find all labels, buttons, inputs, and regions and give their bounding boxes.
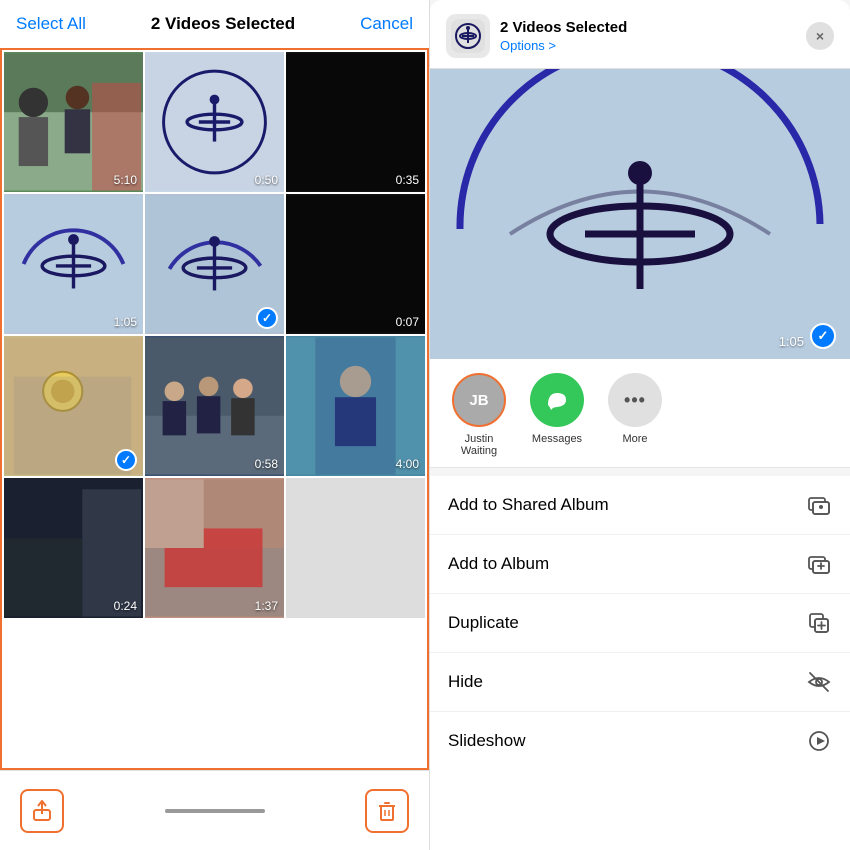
action-label-shared-album: Add to Shared Album <box>448 495 609 515</box>
video-duration-10: 1:37 <box>255 599 278 613</box>
add-album-icon <box>806 551 832 577</box>
share-button[interactable] <box>20 789 64 833</box>
close-share-sheet-button[interactable]: × <box>806 22 834 50</box>
action-duplicate[interactable]: Duplicate <box>430 594 850 653</box>
top-navigation-bar: Select All 2 Videos Selected Cancel <box>0 0 429 48</box>
action-slideshow[interactable]: Slideshow <box>430 712 850 770</box>
action-label-hide: Hide <box>448 672 483 692</box>
contact-more[interactable]: ••• More <box>600 373 670 457</box>
grid-item-9[interactable]: 0:24 <box>4 478 143 618</box>
grid-item-2[interactable]: 0:35 <box>286 52 425 192</box>
video-duration-3: 1:05 <box>114 315 137 329</box>
share-sheet-title: 2 Videos Selected <box>500 19 806 36</box>
action-list: Add to Shared Album Add to Album <box>430 476 850 850</box>
share-sheet-title-block: 2 Videos Selected Options > <box>500 19 806 53</box>
photo-grid: 5:10 0:50 0:35 <box>0 48 429 770</box>
video-duration-5: 0:07 <box>396 315 419 329</box>
cancel-button[interactable]: Cancel <box>360 14 413 34</box>
app-icon <box>446 14 490 58</box>
contact-avatar-justin: JB <box>452 373 506 427</box>
video-duration-8: 4:00 <box>396 457 419 471</box>
photos-panel: Select All 2 Videos Selected Cancel 5:10 <box>0 0 430 850</box>
share-sheet-header: 2 Videos Selected Options > × <box>430 0 850 69</box>
grid-item-5[interactable]: 0:07 <box>286 194 425 334</box>
preview-check: ✓ <box>810 323 836 349</box>
contact-name-justin: JustinWaiting <box>461 433 497 457</box>
action-label-album: Add to Album <box>448 554 549 574</box>
grid-item-11 <box>286 478 425 618</box>
action-add-shared-album[interactable]: Add to Shared Album <box>430 476 850 535</box>
action-hide[interactable]: Hide <box>430 653 850 712</box>
contact-avatar-more: ••• <box>608 373 662 427</box>
action-add-album[interactable]: Add to Album <box>430 535 850 594</box>
contact-initials-justin: JB <box>469 392 488 409</box>
video-duration-1: 0:50 <box>255 173 278 187</box>
selected-check-6 <box>115 449 137 471</box>
grid-item-8[interactable]: 4:00 <box>286 336 425 476</box>
contact-messages[interactable]: Messages <box>522 373 592 457</box>
select-all-button[interactable]: Select All <box>16 14 86 34</box>
grid-item-7[interactable]: 0:58 <box>145 336 284 476</box>
preview-area: 1:05 ✓ <box>430 69 850 359</box>
grid-item-1[interactable]: 0:50 <box>145 52 284 192</box>
duplicate-icon <box>806 610 832 636</box>
shared-album-icon <box>806 492 832 518</box>
action-label-slideshow: Slideshow <box>448 731 526 751</box>
grid-item-3[interactable]: 1:05 <box>4 194 143 334</box>
share-contacts-row: JB JustinWaiting Messages ••• More <box>430 359 850 468</box>
delete-button[interactable] <box>365 789 409 833</box>
contact-justin[interactable]: JB JustinWaiting <box>444 373 514 457</box>
preview-duration: 1:05 <box>779 334 804 349</box>
contact-avatar-messages <box>530 373 584 427</box>
grid-item-4[interactable] <box>145 194 284 334</box>
hide-icon <box>806 669 832 695</box>
grid-item-6[interactable] <box>4 336 143 476</box>
grid-item-0[interactable]: 5:10 <box>4 52 143 192</box>
slideshow-icon <box>806 728 832 754</box>
selected-count-label: 2 Videos Selected <box>151 14 295 34</box>
action-label-duplicate: Duplicate <box>448 613 519 633</box>
grid-item-10[interactable]: 1:37 <box>145 478 284 618</box>
selected-check-4 <box>256 307 278 329</box>
contact-name-messages: Messages <box>532 433 582 445</box>
contact-name-more: More <box>622 433 647 445</box>
video-duration-7: 0:58 <box>255 457 278 471</box>
options-link[interactable]: Options > <box>500 38 806 53</box>
video-duration-0: 5:10 <box>114 173 137 187</box>
bottom-toolbar <box>0 770 429 850</box>
home-indicator <box>165 809 265 813</box>
video-duration-9: 0:24 <box>114 599 137 613</box>
video-duration-2: 0:35 <box>396 173 419 187</box>
share-sheet-panel: 2 Videos Selected Options > × 1:05 ✓ JB … <box>430 0 850 850</box>
